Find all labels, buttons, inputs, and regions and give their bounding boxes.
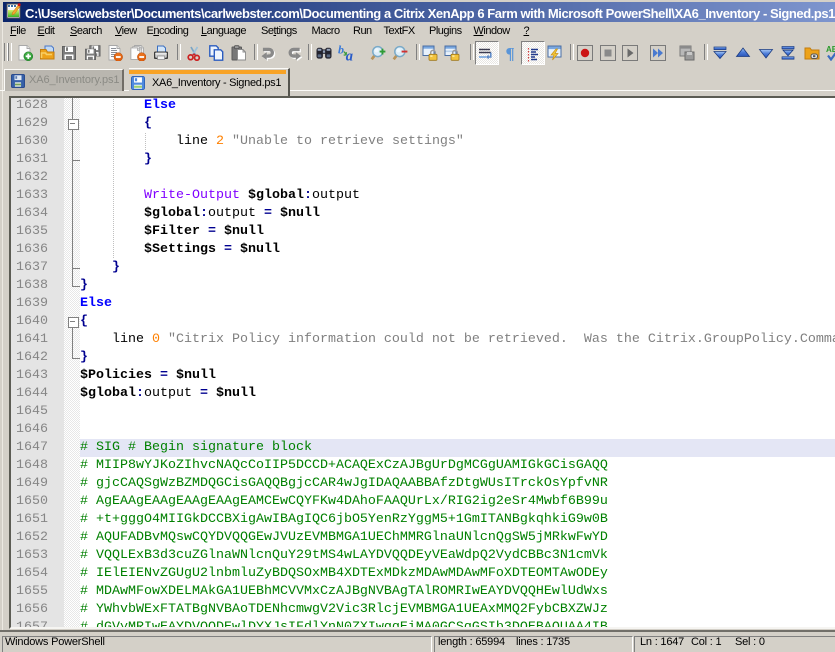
svg-text:¶: ¶ xyxy=(505,45,514,61)
svg-text:b: b xyxy=(338,44,344,57)
svg-text:ABC: ABC xyxy=(826,45,835,54)
svg-text:a: a xyxy=(345,49,352,62)
